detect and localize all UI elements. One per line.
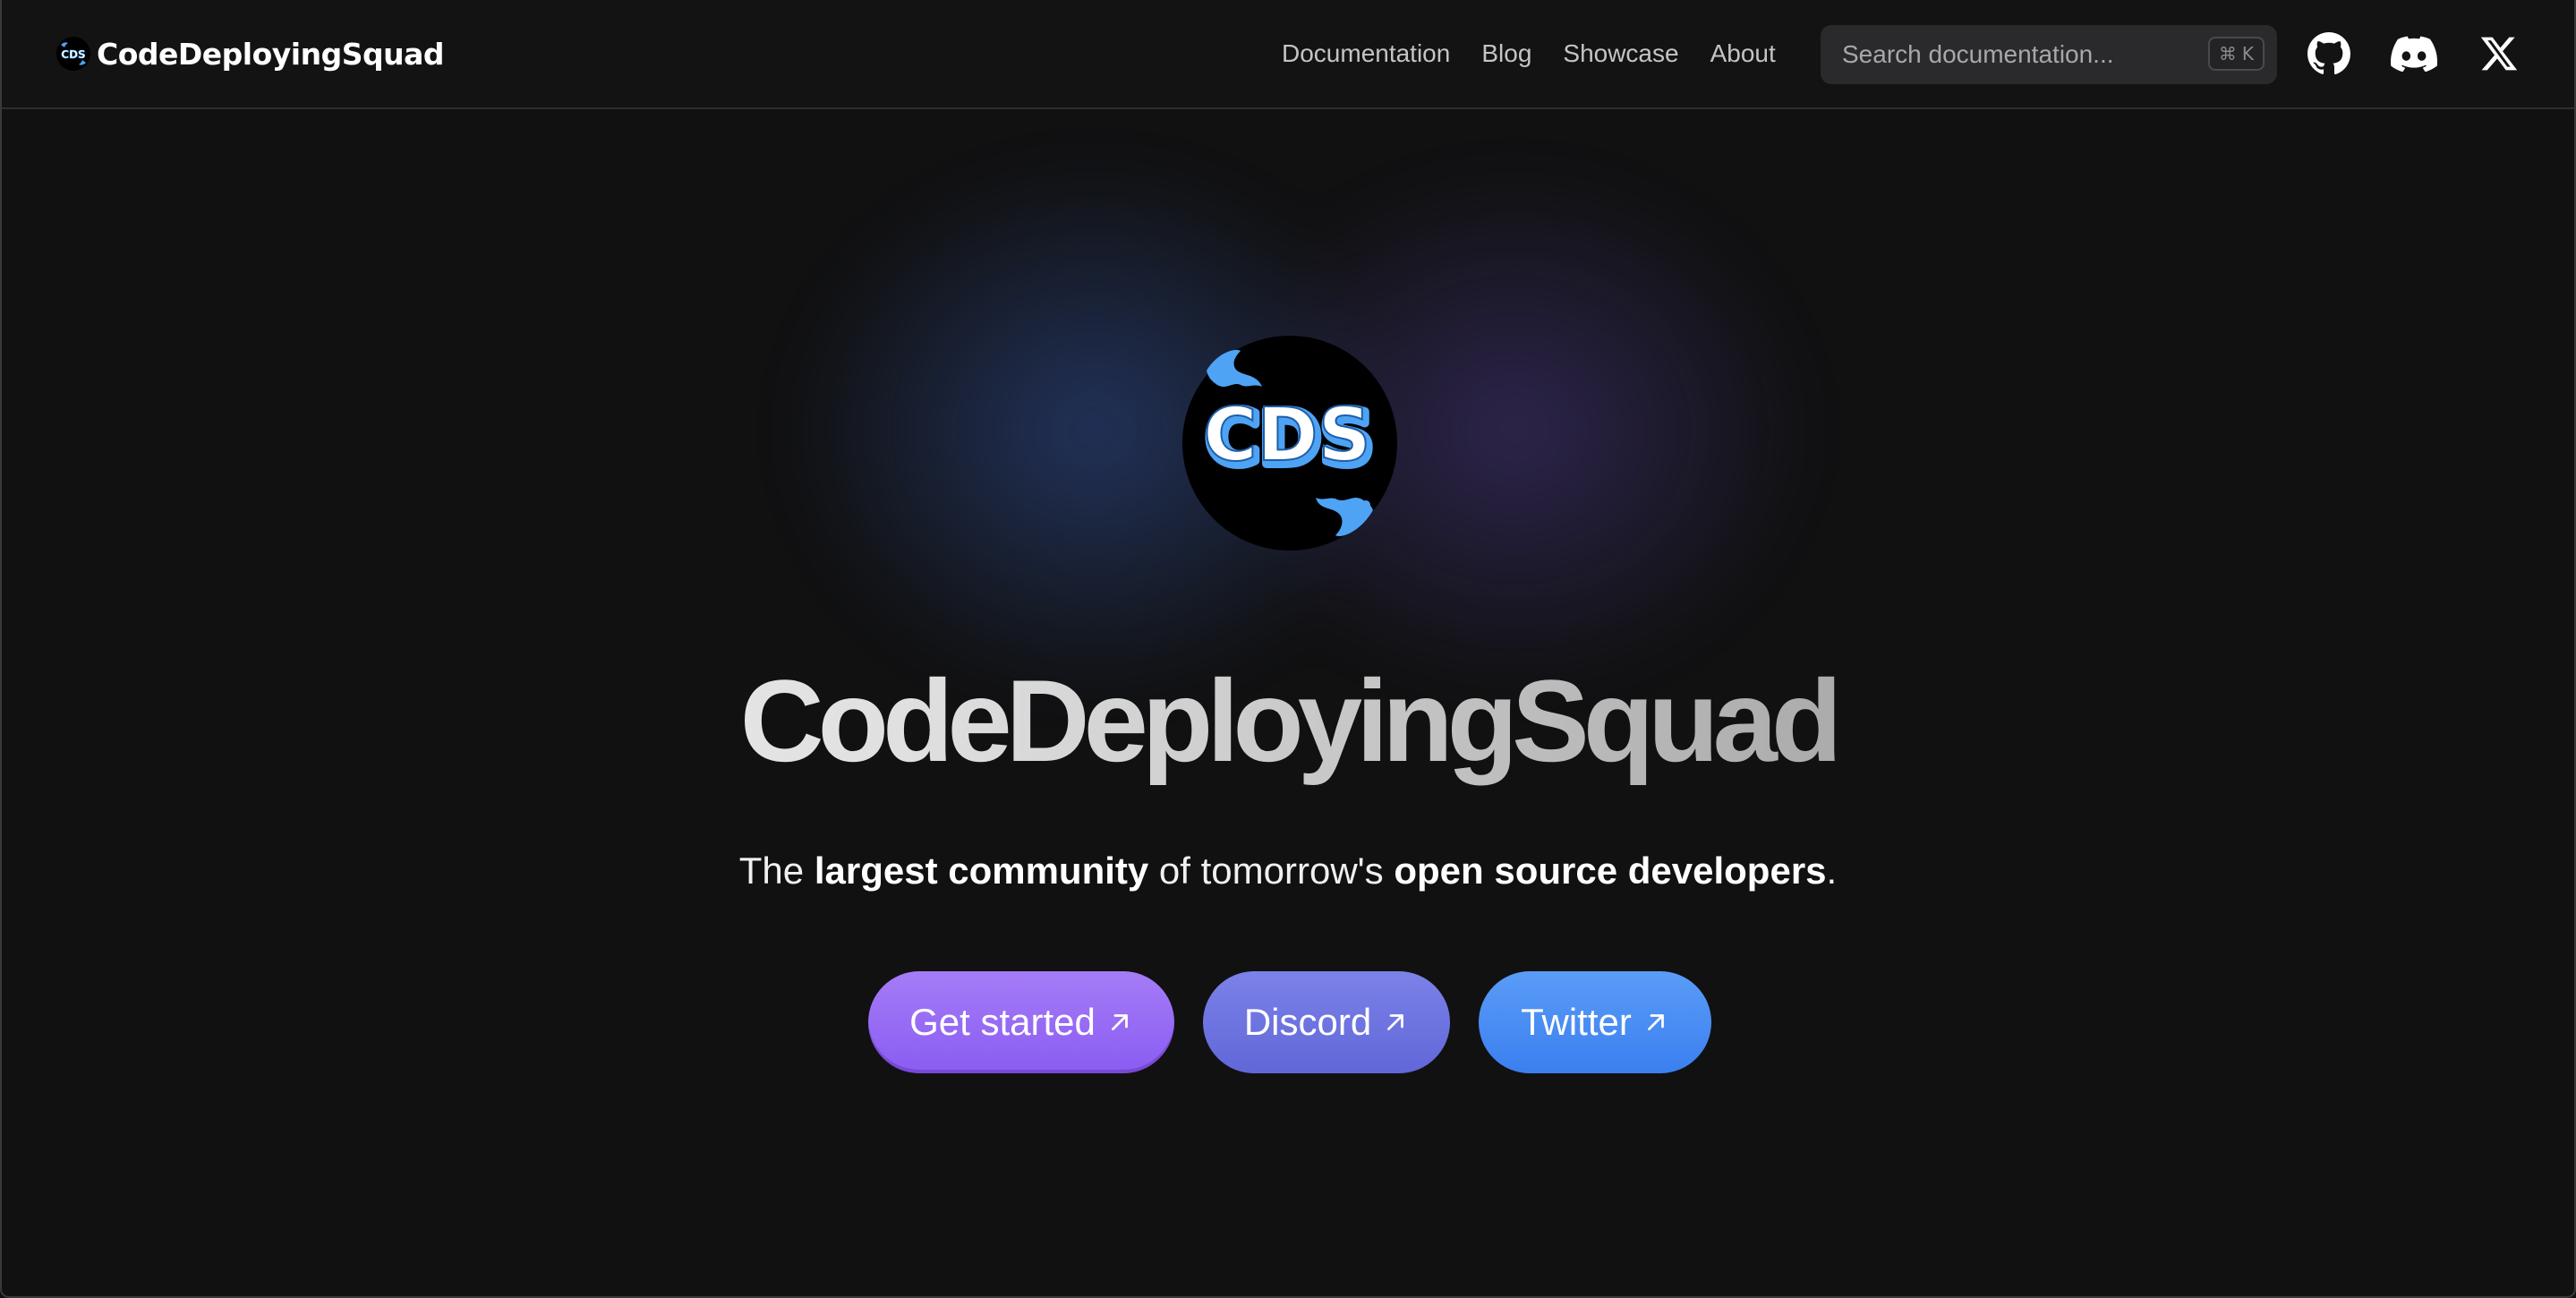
discord-label: Discord — [1243, 1001, 1372, 1043]
brand-home-link[interactable]: CDS CodeDeployingSquad — [55, 32, 444, 75]
arrow-up-right-icon — [1112, 1014, 1128, 1030]
twitter-button[interactable]: Twitter — [1479, 971, 1711, 1073]
nav-link-showcase[interactable]: Showcase — [1563, 39, 1678, 68]
browser-page: CDS CodeDeployingSquad Documentation Blo… — [0, 0, 2576, 1298]
nav-link-about[interactable]: About — [1710, 39, 1776, 68]
hero-tagline: The largest community of tomorrow's open… — [738, 850, 1838, 892]
discord-button[interactable]: Discord — [1203, 971, 1450, 1073]
command-key-icon: ⌘ — [2218, 43, 2237, 64]
hero-title: CodeDeployingSquad — [2, 645, 2574, 797]
nav-links: Documentation Blog Showcase About — [1282, 36, 1776, 72]
x-icon — [2480, 37, 2518, 71]
discord-icon — [2391, 36, 2437, 72]
search-input[interactable] — [1842, 40, 2191, 69]
get-started-button[interactable]: Get started — [868, 971, 1174, 1073]
github-link[interactable] — [2302, 27, 2356, 81]
brand-logo-icon: CDS — [56, 37, 90, 71]
cds-logo-icon: CDS CDS — [1182, 336, 1397, 551]
get-started-label: Get started — [909, 1001, 1096, 1043]
nav-link-documentation[interactable]: Documentation — [1282, 39, 1450, 68]
arrow-up-right-icon — [1647, 1014, 1664, 1030]
arrow-up-right-icon — [1387, 1014, 1404, 1030]
search-shortcut-badge: ⌘ K — [2207, 37, 2265, 71]
discord-link[interactable] — [2387, 27, 2441, 81]
svg-text:CDS: CDS — [61, 48, 85, 61]
brand-name: CodeDeployingSquad — [97, 36, 444, 72]
search-box[interactable]: ⌘ K — [1821, 25, 2277, 84]
shortcut-key: K — [2241, 43, 2254, 64]
twitter-label: Twitter — [1521, 1001, 1632, 1043]
github-icon — [2307, 32, 2350, 75]
x-link[interactable] — [2472, 27, 2526, 81]
nav-link-blog[interactable]: Blog — [1481, 39, 1531, 68]
top-navbar: CDS CodeDeployingSquad Documentation Blo… — [2, 0, 2574, 109]
svg-text:CDS: CDS — [1203, 393, 1370, 478]
